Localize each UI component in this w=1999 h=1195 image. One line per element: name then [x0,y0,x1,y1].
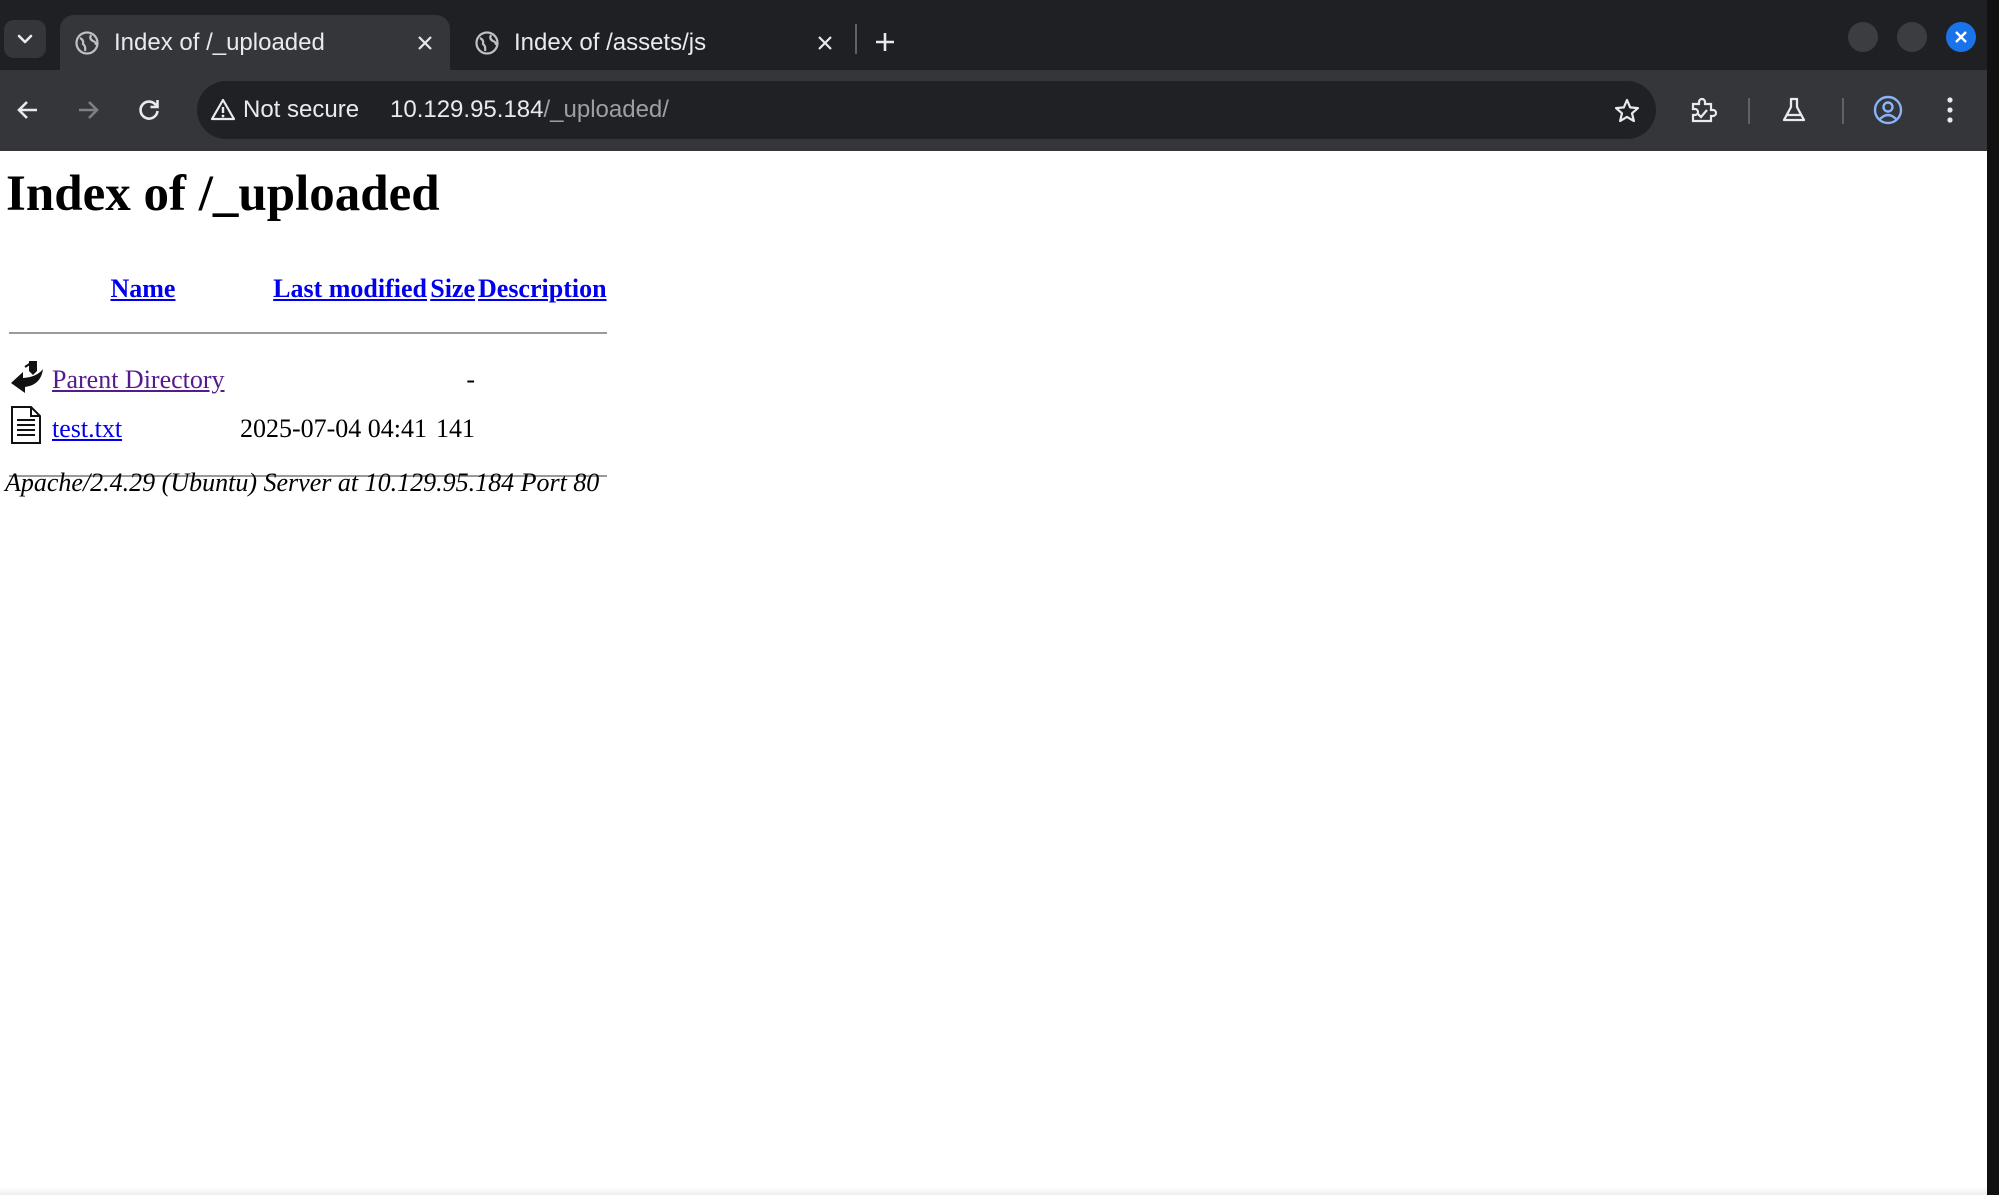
bottom-edge [0,1187,1987,1195]
plus-icon [876,33,894,51]
header-row: Name Last modified Size Description [9,269,607,309]
toolbar-divider [1842,98,1844,124]
star-icon [1614,98,1640,123]
url-text[interactable]: 10.129.95.184/_uploaded/ [390,81,669,139]
close-icon [1955,31,1967,43]
page-title: Index of /_uploaded [6,166,440,222]
tab-assets-js[interactable]: Index of /assets/js [460,15,850,70]
table-row: Parent Directory - [9,357,607,402]
arrow-right-icon [79,101,99,119]
extensions-button[interactable] [1681,88,1725,132]
last-modified-column-header: Last modified [237,269,427,309]
menu-button[interactable] [1928,88,1972,132]
arrow-left-icon [17,101,37,119]
window-close-button[interactable] [1946,22,1976,52]
url-path: /_uploaded/ [543,96,669,123]
tab-search-button[interactable] [4,20,46,58]
new-tab-button[interactable] [865,22,905,62]
sort-by-size-link[interactable]: Size [430,274,475,303]
tab-close-button[interactable] [408,26,442,60]
forward-button[interactable] [66,88,110,132]
server-signature: Apache/2.4.29 (Ubuntu) Server at 10.129.… [5,468,600,497]
modified-cell [237,357,427,402]
toolbar: Not secure 10.129.95.184/_uploaded/ [0,70,1987,151]
divider [9,332,607,334]
size-cell: - [466,364,475,394]
icon-column-header [9,269,49,309]
security-label: Not secure [243,96,360,123]
parent-directory-link[interactable]: Parent Directory [52,365,225,394]
globe-icon [474,30,500,56]
text-file-icon [11,406,41,444]
file-link-test-txt[interactable]: test.txt [52,414,122,443]
close-icon [418,35,432,50]
back-icon [11,361,43,393]
back-button[interactable] [6,88,50,132]
tab-strip: Index of /_uploaded Index of /assets/js [0,0,1987,70]
labs-button[interactable] [1772,88,1816,132]
flask-icon [1782,97,1806,122]
tab-divider [855,24,857,54]
minimize-button[interactable] [1848,22,1878,52]
bookmark-button[interactable] [1610,94,1644,128]
browser-chrome: Index of /_uploaded Index of /assets/js [0,0,1987,151]
profile-button[interactable] [1866,88,1910,132]
address-bar[interactable]: Not secure 10.129.95.184/_uploaded/ [197,81,1656,139]
puzzle-icon [1691,97,1718,123]
more-vertical-icon [1947,97,1953,123]
table-row: test.txt 2025-07-04 04:41 141 [9,405,607,452]
sort-by-name-link[interactable]: Name [111,274,176,303]
icon-cell [9,357,49,402]
icon-cell [9,405,49,452]
maximize-button[interactable] [1897,22,1927,52]
size-column-header: Size [430,269,475,309]
sort-by-description-link[interactable]: Description [478,274,607,303]
close-icon [818,35,832,50]
tab-uploaded[interactable]: Index of /_uploaded [60,15,450,70]
name-cell: Parent Directory [52,357,234,402]
security-chip[interactable]: Not secure [209,81,359,139]
description-cell [478,405,607,452]
name-column-header: Name [52,269,234,309]
modified-cell: 2025-07-04 04:41 [239,413,427,443]
chevron-down-icon [17,34,33,44]
description-cell [478,357,607,402]
desktop-edge [1987,0,1999,1195]
url-host: 10.129.95.184 [390,96,544,123]
page-content: Index of /_uploaded Name Last modified S… [0,151,1987,1195]
separator-row [9,312,607,354]
directory-listing: Name Last modified Size Description Pare… [6,266,610,500]
reload-button[interactable] [127,88,171,132]
tab-title: Index of /assets/js [514,28,707,56]
warning-icon [209,96,237,124]
description-column-header: Description [478,269,607,309]
toolbar-divider [1748,98,1750,124]
tab-title: Index of /_uploaded [114,28,325,56]
reload-icon [139,100,159,120]
tab-close-button[interactable] [808,26,842,60]
name-cell: test.txt [52,405,234,452]
sort-by-last-modified-link[interactable]: Last modified [273,274,427,303]
avatar-icon [1873,95,1903,125]
globe-icon [74,30,100,56]
size-cell: 141 [436,413,475,443]
